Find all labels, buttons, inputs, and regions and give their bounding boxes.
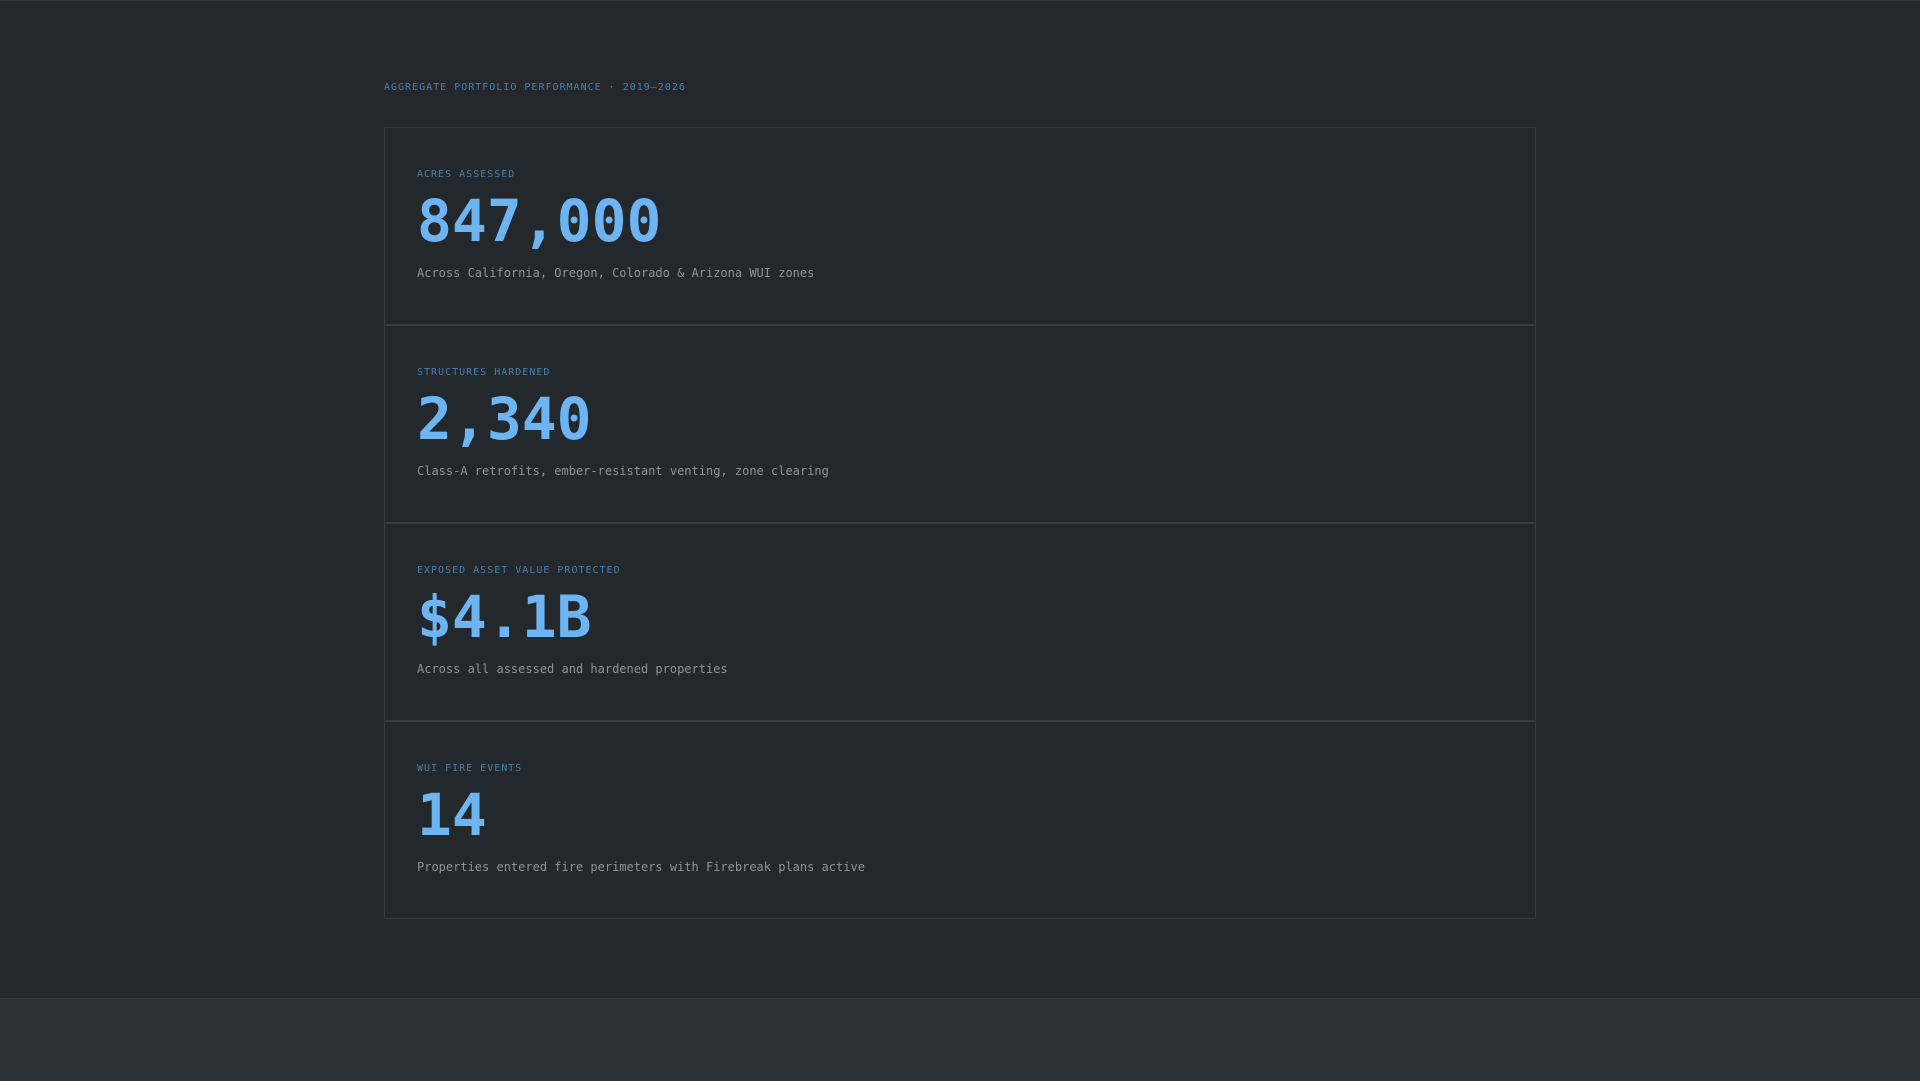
metric-card-acres-assessed: ACRES ASSESSED 847,000 Across California… [384,127,1536,325]
metric-card-exposed-asset-value: EXPOSED ASSET VALUE PROTECTED $4.1B Acro… [384,523,1536,721]
metric-card-wui-fire-events: WUI FIRE EVENTS 14 Properties entered fi… [384,721,1536,919]
page-footer [0,998,1920,1081]
metric-description: Across California, Oregon, Colorado & Ar… [417,266,815,280]
metric-label: ACRES ASSESSED [417,169,516,180]
metric-card-structures-hardened: STRUCTURES HARDENED 2,340 Class-A retrof… [384,325,1536,523]
metric-label: EXPOSED ASSET VALUE PROTECTED [417,565,621,576]
metric-value: 2,340 [417,385,592,453]
metric-value: $4.1B [417,583,592,651]
section-title: AGGREGATE PORTFOLIO PERFORMANCE · 2019–2… [384,82,686,93]
metric-label: WUI FIRE EVENTS [417,763,523,774]
metric-label: STRUCTURES HARDENED [417,367,551,378]
metric-description: Properties entered fire perimeters with … [417,860,865,874]
metric-value: 14 [417,781,487,849]
metric-description: Class-A retrofits, ember-resistant venti… [417,464,829,478]
top-divider [0,0,1920,1]
metric-description: Across all assessed and hardened propert… [417,662,728,676]
metric-value: 847,000 [417,187,662,255]
